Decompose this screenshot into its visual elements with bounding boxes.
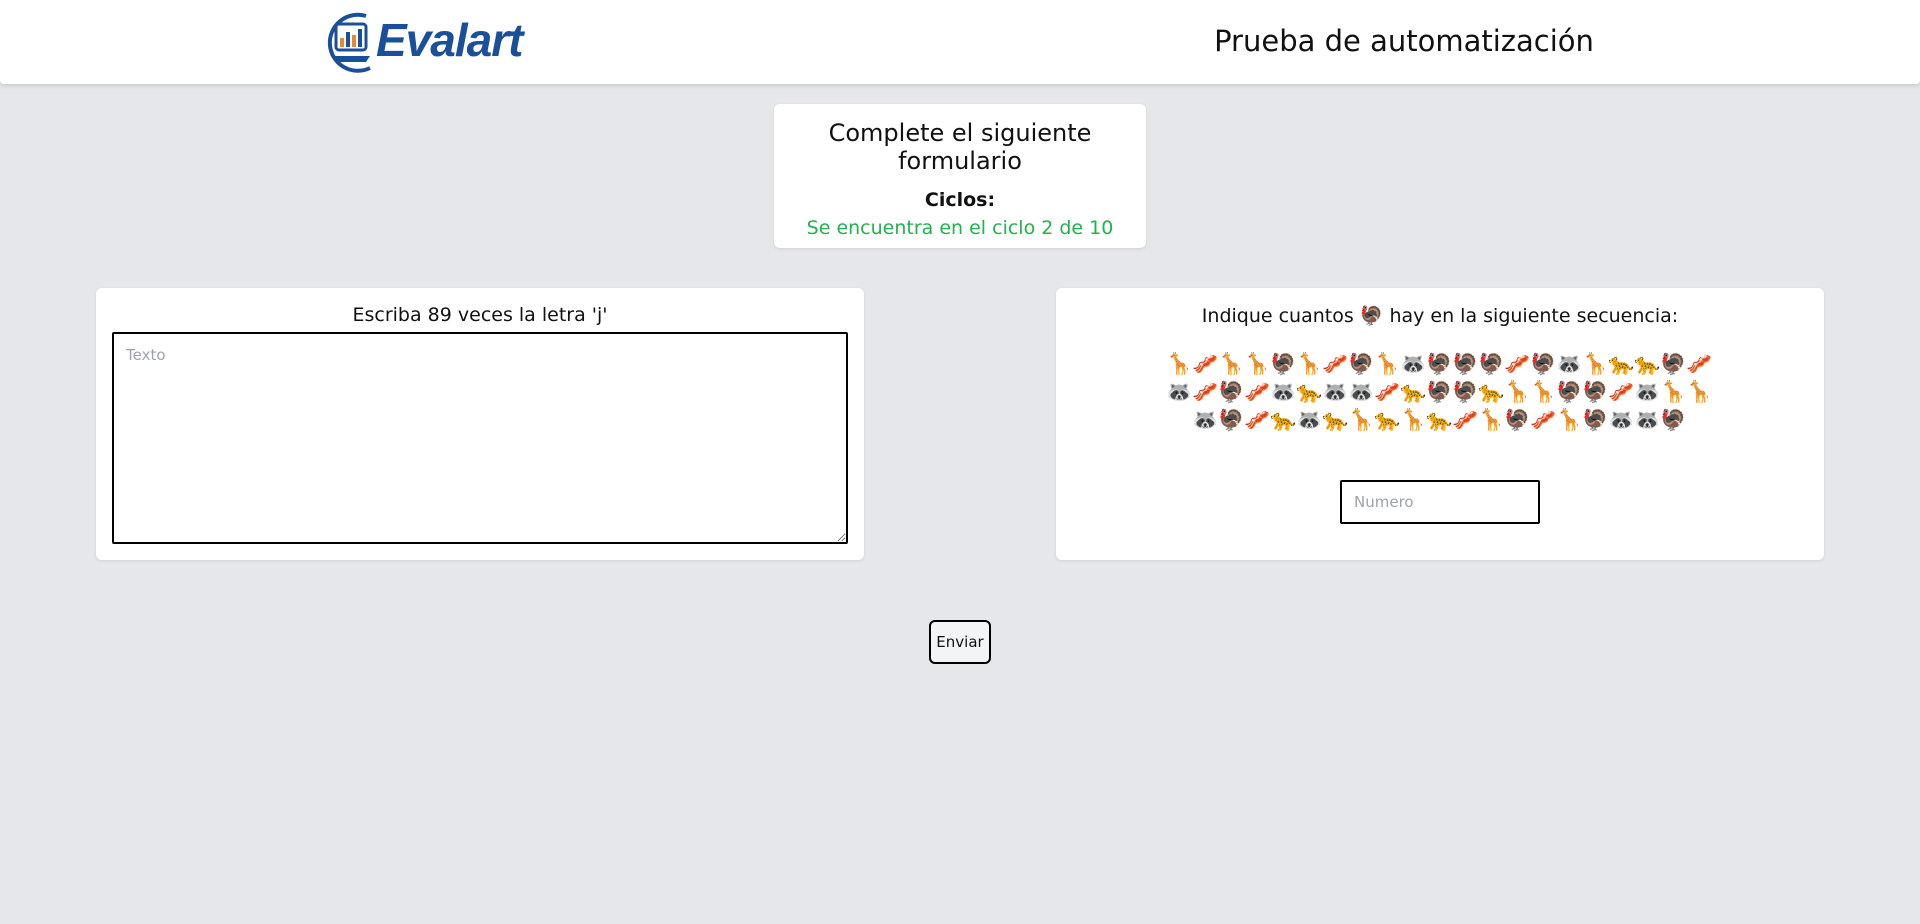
sequence-emoji-icon: 🦃 xyxy=(1582,408,1609,432)
cycle-info-card: Complete el siguiente formulario Ciclos:… xyxy=(774,104,1146,248)
sequence-emoji-icon: 🦃 xyxy=(1556,380,1583,404)
emoji-question-instruction: Indique cuantos 🦃 hay en la siguiente se… xyxy=(1056,304,1824,328)
submit-button[interactable]: Enviar xyxy=(929,620,991,664)
header: Evalart Prueba de automatización xyxy=(0,0,1920,84)
sequence-emoji-icon: 🦃 xyxy=(1270,352,1297,376)
instruction-suffix: hay en la siguiente secuencia: xyxy=(1389,304,1679,327)
sequence-emoji-icon: 🥓 xyxy=(1608,380,1635,404)
sequence-emoji-icon: 🥓 xyxy=(1244,408,1271,432)
sequence-emoji-icon: 🦒 xyxy=(1582,352,1609,376)
text-answer-textarea[interactable] xyxy=(112,332,848,544)
sequence-emoji-icon: 🦃 xyxy=(1452,380,1479,404)
sequence-emoji-icon: 🥓 xyxy=(1530,408,1557,432)
form-title: Complete el siguiente formulario xyxy=(828,119,1092,175)
sequence-emoji-icon: 🦃 xyxy=(1218,408,1245,432)
sequence-emoji-icon: 🦃 xyxy=(1426,380,1453,404)
sequence-emoji-icon: 🦝 xyxy=(1400,352,1427,376)
evalart-logo: Evalart xyxy=(320,8,565,78)
instruction-prefix: Indique cuantos xyxy=(1201,304,1354,327)
sequence-emoji-icon: 🦃 xyxy=(1218,380,1245,404)
sequence-emoji-icon: 🦃 xyxy=(1426,352,1453,376)
sequence-emoji-icon: 🦒 xyxy=(1348,408,1375,432)
sequence-emoji-icon: 🦒 xyxy=(1478,408,1505,432)
sequence-emoji-icon: 🦃 xyxy=(1504,408,1531,432)
logo-monitor-icon xyxy=(320,10,386,76)
sequence-emoji-icon: 🦃 xyxy=(1660,352,1687,376)
sequence-emoji-icon: 🐆 xyxy=(1400,380,1427,404)
sequence-emoji-icon: 🦝 xyxy=(1270,380,1297,404)
sequence-emoji-icon: 🦃 xyxy=(1530,352,1557,376)
sequence-emoji-icon: 🥓 xyxy=(1686,352,1713,376)
sequence-emoji-icon: 🦒 xyxy=(1218,352,1245,376)
sequence-emoji-icon: 🦒 xyxy=(1686,380,1713,404)
sequence-emoji-icon: 🦝 xyxy=(1556,352,1583,376)
sequence-emoji-icon: 🦒 xyxy=(1660,380,1687,404)
sequence-emoji-icon: 🦝 xyxy=(1296,408,1323,432)
sequence-emoji-icon: 🥓 xyxy=(1374,380,1401,404)
sequence-emoji-icon: 🐆 xyxy=(1426,408,1453,432)
sequence-emoji-icon: 🐆 xyxy=(1634,352,1661,376)
target-emoji-icon: 🦃 xyxy=(1359,305,1384,327)
count-number-input[interactable] xyxy=(1340,480,1540,524)
logo-text: Evalart xyxy=(376,14,523,66)
sequence-emoji-icon: 🐆 xyxy=(1270,408,1297,432)
sequence-emoji-icon: 🐆 xyxy=(1322,408,1349,432)
sequence-emoji-icon: 🐆 xyxy=(1478,380,1505,404)
sequence-emoji-icon: 🦒 xyxy=(1556,408,1583,432)
sequence-emoji-icon: 🦒 xyxy=(1400,408,1427,432)
sequence-emoji-icon: 🥓 xyxy=(1192,380,1219,404)
cycles-status: Se encuentra en el ciclo 2 de 10 xyxy=(806,217,1114,239)
sequence-emoji-icon: 🐆 xyxy=(1374,408,1401,432)
emoji-sequence: 🦒 🥓 🦒 🦒 🦃 🦒 🥓 🦃 🦒 🦝 🦃 🦃 🦃 🥓 🦃 🦝 🦒 🐆 🐆 🦃 🥓 🦝 🥓 🦃 🥓 🦝 🐆 🦝 🦝 🥓 🐆 🦃 🦃 🐆 🦒 🦒 🦃 🦃 🥓 🦝… xyxy=(1166,350,1712,434)
sequence-emoji-icon: 🦃 xyxy=(1478,352,1505,376)
emoji-question-card: Indique cuantos 🦃 hay en la siguiente se… xyxy=(1056,288,1824,560)
sequence-emoji-icon: 🦒 xyxy=(1530,380,1557,404)
sequence-emoji-icon: 🦒 xyxy=(1244,352,1271,376)
sequence-emoji-icon: 🦝 xyxy=(1192,408,1219,432)
sequence-emoji-icon: 🦝 xyxy=(1634,408,1661,432)
sequence-emoji-icon: 🦃 xyxy=(1348,352,1375,376)
sequence-emoji-icon: 🦒 xyxy=(1504,380,1531,404)
sequence-emoji-icon: 🥓 xyxy=(1322,352,1349,376)
text-question-instruction: Escriba 89 veces la letra 'j' xyxy=(352,304,608,326)
sequence-emoji-icon: 🦒 xyxy=(1166,352,1193,376)
sequence-emoji-icon: 🥓 xyxy=(1504,352,1531,376)
sequence-emoji-icon: 🦝 xyxy=(1608,408,1635,432)
sequence-emoji-icon: 🦝 xyxy=(1322,380,1349,404)
sequence-emoji-icon: 🐆 xyxy=(1608,352,1635,376)
text-question-card: Escriba 89 veces la letra 'j' xyxy=(96,288,864,560)
sequence-emoji-icon: 🥓 xyxy=(1192,352,1219,376)
cycles-label: Ciclos: xyxy=(924,189,996,211)
sequence-emoji-icon: 🦝 xyxy=(1634,380,1661,404)
sequence-emoji-icon: 🥓 xyxy=(1452,408,1479,432)
sequence-emoji-icon: 🦝 xyxy=(1166,380,1193,404)
page-title: Prueba de automatización xyxy=(1214,24,1594,58)
sequence-emoji-icon: 🦃 xyxy=(1582,380,1609,404)
sequence-emoji-icon: 🦃 xyxy=(1660,408,1687,432)
sequence-emoji-icon: 🦃 xyxy=(1452,352,1479,376)
sequence-emoji-icon: 🦝 xyxy=(1348,380,1375,404)
sequence-emoji-icon: 🦒 xyxy=(1374,352,1401,376)
sequence-emoji-icon: 🐆 xyxy=(1296,380,1323,404)
sequence-emoji-icon: 🥓 xyxy=(1244,380,1271,404)
sequence-emoji-icon: 🦒 xyxy=(1296,352,1323,376)
